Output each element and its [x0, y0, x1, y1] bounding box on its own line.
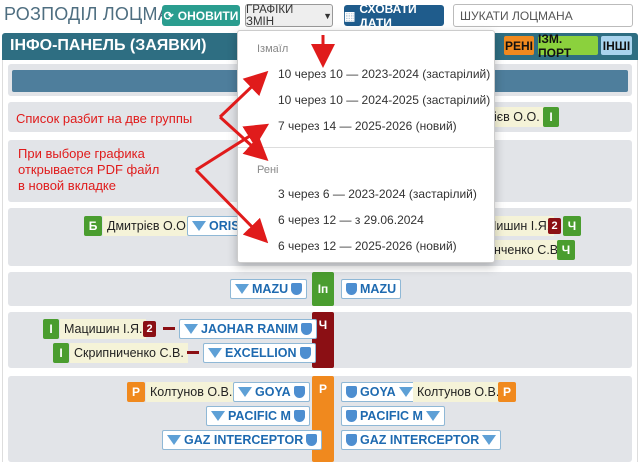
- annotation-arrows: [194, 35, 335, 244]
